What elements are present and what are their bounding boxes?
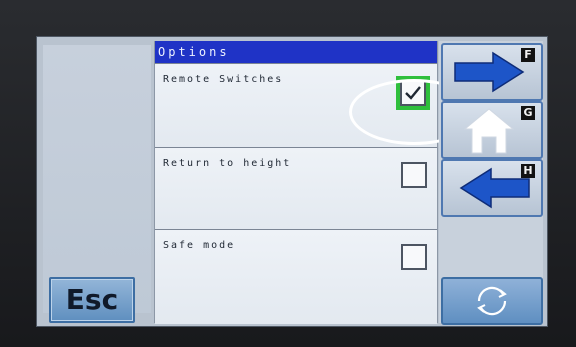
option-label: Safe mode — [163, 240, 236, 251]
refresh-icon — [477, 286, 507, 316]
option-row-return-to-height[interactable]: Return to height — [155, 147, 437, 230]
right-nav-panel: F G H — [439, 41, 543, 325]
forward-button[interactable]: F — [441, 43, 543, 101]
option-row-safe-mode[interactable]: Safe mode — [155, 229, 437, 324]
back-button[interactable]: H — [441, 159, 543, 217]
device-bezel: Esc Options Remote Switches Return to he… — [0, 0, 576, 347]
key-badge-f: F — [521, 48, 535, 62]
touch-screen: Esc Options Remote Switches Return to he… — [36, 36, 548, 327]
home-button[interactable]: G — [441, 101, 543, 159]
option-label: Return to height — [163, 158, 292, 169]
key-badge-g: G — [521, 106, 535, 120]
return-to-height-checkbox[interactable] — [401, 162, 427, 188]
refresh-button[interactable] — [441, 277, 543, 325]
options-title: Options — [155, 41, 437, 63]
option-label: Remote Switches — [163, 74, 284, 85]
left-panel — [43, 45, 151, 313]
esc-button[interactable]: Esc — [49, 277, 135, 323]
safe-mode-checkbox[interactable] — [401, 244, 427, 270]
key-badge-h: H — [521, 164, 535, 178]
